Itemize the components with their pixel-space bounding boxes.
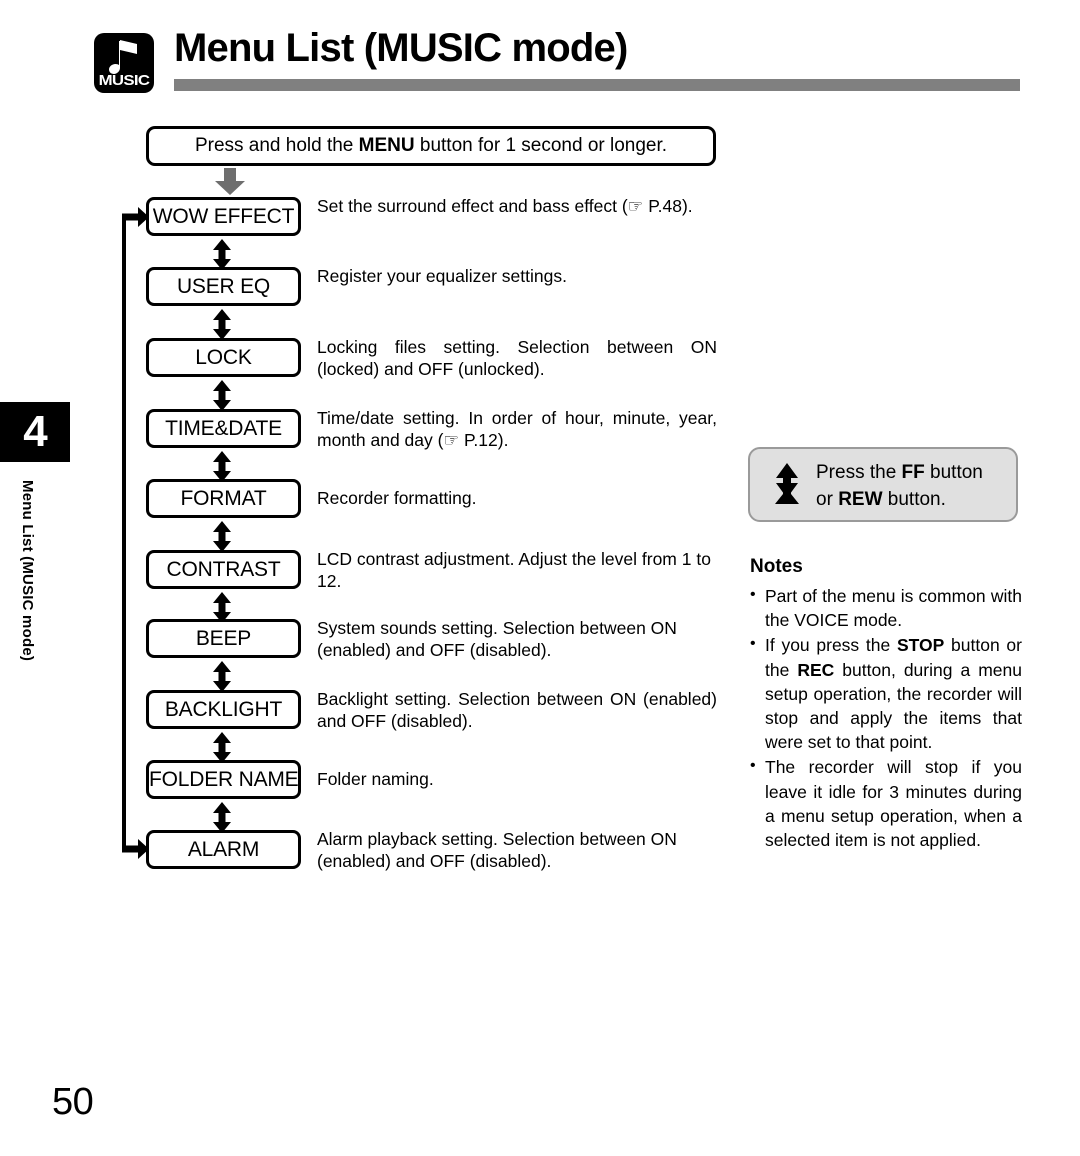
menu-item-box[interactable]: LOCK	[146, 338, 301, 377]
arrow-up-down-icon	[213, 239, 231, 270]
menu-item-description: Time/date setting. In order of hour, min…	[317, 408, 717, 450]
note-text: The recorder will stop if you leave it i…	[765, 757, 1022, 851]
intro-prefix: Press and hold the	[194, 135, 359, 156]
intro-bold-menu: MENU	[358, 135, 415, 156]
chapter-number: 4	[23, 407, 47, 456]
intro-instruction-box: Press and hold the MENU button for 1 sec…	[146, 126, 716, 166]
arrow-up-down-icon	[213, 732, 231, 763]
arrow-up-down-icon	[213, 802, 231, 833]
arrow-up-down-icon	[213, 661, 231, 692]
menu-item-description: Folder naming.	[317, 769, 434, 789]
music-note-icon	[109, 40, 137, 74]
menu-item-description: Alarm playback setting. Selection betwee…	[317, 829, 677, 871]
menu-item-description: LCD contrast adjustment. Adjust the leve…	[317, 549, 711, 591]
ff-line1-suffix: button	[924, 462, 983, 483]
loop-back-line	[122, 217, 126, 850]
intro-suffix: button for 1 second or longer.	[414, 135, 668, 156]
note-item: If you press the STOP button or the REC …	[750, 632, 1022, 754]
arrow-up-down-icon	[213, 309, 231, 340]
menu-item-box[interactable]: USER EQ	[146, 267, 301, 306]
menu-item-box[interactable]: WOW EFFECT	[146, 197, 301, 236]
menu-item-box[interactable]: BACKLIGHT	[146, 690, 301, 729]
menu-item-box[interactable]: CONTRAST	[146, 550, 301, 589]
note-text: Part of the menu is common with the VOIC…	[765, 586, 1022, 631]
music-mode-badge: MUSIC	[94, 33, 154, 93]
menu-item-box[interactable]: TIME&DATE	[146, 409, 301, 448]
menu-item-box[interactable]: ALARM	[146, 830, 301, 869]
rew-line2-suffix: button.	[882, 489, 946, 510]
arrow-down-icon	[215, 168, 245, 195]
page-number: 50	[52, 1081, 94, 1123]
menu-item-description: System sounds setting. Selection between…	[317, 618, 677, 660]
arrow-up-down-icon	[213, 451, 231, 482]
ff-rew-instruction-box: Press the FF button or REW button.	[748, 447, 1018, 522]
page-title: Menu List (MUSIC mode)	[174, 26, 628, 70]
arrow-up-down-icon	[213, 380, 231, 411]
note-item: The recorder will stop if you leave it i…	[750, 754, 1022, 852]
menu-item-description: Locking files setting. Selection between…	[317, 337, 717, 379]
ff-label: FF	[901, 462, 925, 483]
rew-line2-prefix: or	[816, 489, 839, 510]
menu-item-box[interactable]: FORMAT	[146, 479, 301, 518]
menu-item-description: Register your equalizer settings.	[317, 266, 567, 286]
note-text: If you press the STOP button or the REC …	[765, 635, 1022, 753]
arrow-up-down-icon	[213, 521, 231, 552]
ff-line1-prefix: Press the	[816, 462, 902, 483]
notes-heading: Notes	[750, 556, 803, 577]
ff-rew-text: Press the FF button or REW button.	[816, 459, 1006, 513]
chapter-vertical-label: Menu List (MUSIC mode)	[19, 480, 36, 662]
title-rule	[174, 79, 1020, 91]
music-badge-label: MUSIC	[98, 72, 150, 89]
menu-item-description: Backlight setting. Selection between ON …	[317, 689, 717, 731]
menu-item-box[interactable]: FOLDER NAME	[146, 760, 301, 799]
note-item: Part of the menu is common with the VOIC…	[750, 583, 1022, 632]
menu-item-box[interactable]: BEEP	[146, 619, 301, 658]
menu-item-description: Recorder formatting.	[317, 488, 477, 508]
rew-label: REW	[838, 489, 883, 510]
notes-list: Part of the menu is common with the VOIC…	[750, 583, 1022, 853]
menu-item-description: Set the surround effect and bass effect …	[317, 196, 693, 216]
arrow-up-down-icon	[775, 463, 799, 504]
chapter-tab: 4	[0, 402, 70, 462]
